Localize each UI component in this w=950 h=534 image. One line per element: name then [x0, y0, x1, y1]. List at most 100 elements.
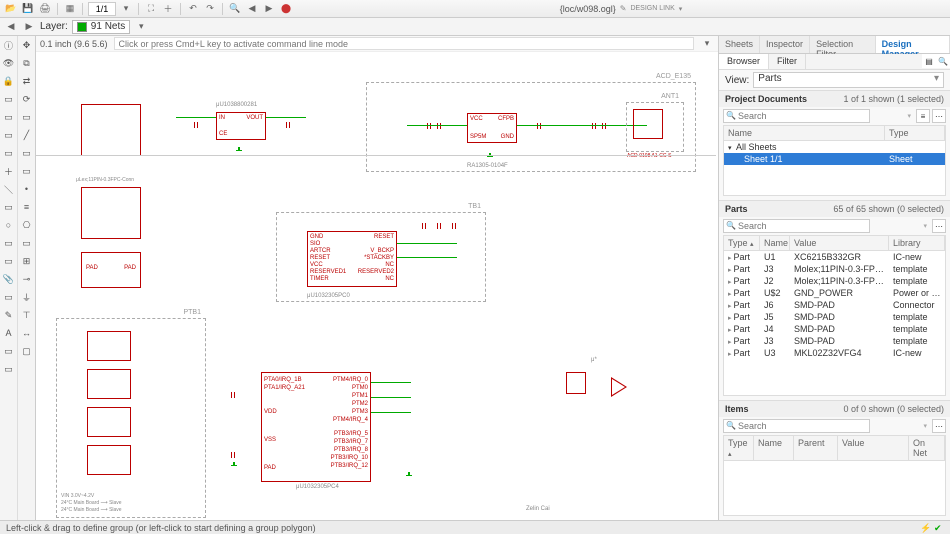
subtab-browser[interactable]: Browser — [719, 54, 769, 69]
pen-icon[interactable]: ✎ — [1, 307, 17, 323]
tab-sheets[interactable]: Sheets — [719, 36, 760, 53]
table-row[interactable]: ▸ PartU$2GND_POWERPower or GND — [724, 287, 945, 299]
tree-item[interactable]: Sheet 1/1 Sheet — [724, 153, 945, 165]
dimension-icon[interactable]: ↔ — [19, 325, 35, 341]
placeholder-icon[interactable]: ▭ — [1, 253, 17, 269]
layer-select[interactable]: 91 Nets — [72, 20, 130, 34]
table-row[interactable]: ▸ PartJ2Molex;11PIN-0.3-FPC-Conntemplate — [724, 275, 945, 287]
placeholder-icon[interactable]: ▭ — [19, 145, 35, 161]
lock-icon[interactable]: 🔒 — [1, 73, 17, 89]
move-icon[interactable]: ✥ — [19, 37, 35, 53]
page-dropdown-icon[interactable]: ▾ — [119, 2, 133, 16]
chevron-left-icon[interactable]: ◀ — [4, 20, 18, 34]
zoom-fit-icon[interactable]: ⛶ — [144, 2, 158, 16]
page-input[interactable] — [88, 2, 116, 16]
schematic-viewport[interactable]: ACD_E135 VCC CFPB SP5M GND RA1305-0104F — [36, 52, 718, 520]
col-parent[interactable]: Parent — [794, 436, 838, 460]
cmd-dropdown-icon[interactable]: ▾ — [700, 37, 714, 51]
table-row[interactable]: ▸ PartU1XC6215B332GRIC-new — [724, 251, 945, 263]
col-name[interactable]: Name — [724, 126, 885, 140]
undo-icon[interactable]: ↶ — [186, 2, 200, 16]
parts-table[interactable]: Type ▴ Name Value Library ▸ PartU1XC6215… — [723, 235, 946, 396]
tab-inspector[interactable]: Inspector — [760, 36, 810, 53]
chevron-down-icon[interactable]: ▾ — [923, 422, 927, 430]
table-row[interactable]: ▸ PartJ5SMD-PADtemplate — [724, 311, 945, 323]
subtab-filter[interactable]: Filter — [769, 54, 806, 69]
line-icon[interactable]: ＼ — [1, 181, 17, 197]
panel-search-icon[interactable]: 🔍 — [936, 54, 950, 68]
placeholder-icon[interactable]: ▭ — [1, 235, 17, 251]
panel-menu-icon[interactable]: ▤ — [922, 54, 936, 68]
chevron-down-icon[interactable]: ▾ — [923, 222, 927, 230]
placeholder-icon[interactable]: ▭ — [1, 289, 17, 305]
col-value[interactable]: Value — [838, 436, 909, 460]
more-icon[interactable]: ⋯ — [932, 219, 946, 233]
eye-icon[interactable]: 👁 — [1, 55, 17, 71]
junction-icon[interactable]: • — [19, 181, 35, 197]
col-type[interactable]: Type — [885, 126, 945, 140]
net-icon[interactable]: ╱ — [19, 127, 35, 143]
docs-search-input[interactable] — [723, 109, 870, 123]
rotate-icon[interactable]: ⟳ — [19, 91, 35, 107]
part-icon[interactable]: ⊞ — [19, 253, 35, 269]
table-row[interactable]: ▸ PartJ4SMD-PADtemplate — [724, 323, 945, 335]
placeholder-icon[interactable]: ▭ — [1, 361, 17, 377]
stop-icon[interactable]: ⬤ — [279, 2, 293, 16]
nav-right-icon[interactable]: ▶ — [262, 2, 276, 16]
sync-ok-icon[interactable]: ⚡ — [920, 523, 930, 533]
col-onnet[interactable]: On Net — [909, 436, 945, 460]
copy-icon[interactable]: ⧉ — [19, 55, 35, 71]
tree-root[interactable]: ▾All Sheets — [724, 141, 945, 153]
layer-dropdown-icon[interactable]: ▾ — [134, 20, 148, 34]
placeholder-icon[interactable]: ▭ — [1, 199, 17, 215]
check-icon[interactable]: ✔ — [934, 523, 944, 533]
list-view-icon[interactable]: ≡ — [916, 109, 930, 123]
placeholder-icon[interactable]: ▭ — [1, 91, 17, 107]
placeholder-icon[interactable]: ▭ — [1, 109, 17, 125]
col-name[interactable]: Name — [760, 236, 790, 250]
save-icon[interactable]: 💾 — [21, 2, 35, 16]
bus-icon[interactable]: ≡ — [19, 199, 35, 215]
open-icon[interactable]: 📂 — [4, 2, 18, 16]
docs-table[interactable]: Name Type ▾All Sheets Sheet 1/1 Sheet — [723, 125, 946, 196]
col-type[interactable]: Type ▴ — [724, 236, 760, 250]
view-select[interactable]: Parts ▾ — [753, 72, 944, 88]
items-table[interactable]: Type ▴ Name Parent Value On Net — [723, 435, 946, 516]
col-library[interactable]: Library — [889, 236, 945, 250]
attach-icon[interactable]: 📎 — [1, 271, 17, 287]
select-icon[interactable]: ▭ — [19, 109, 35, 125]
parts-search-input[interactable] — [723, 219, 870, 233]
mirror-icon[interactable]: ⇄ — [19, 73, 35, 89]
circle-icon[interactable]: ○ — [1, 217, 17, 233]
col-value[interactable]: Value — [790, 236, 889, 250]
placeholder-icon[interactable]: ▭ — [1, 145, 17, 161]
tab-selection-filter[interactable]: Selection Filter — [810, 36, 876, 53]
more-icon[interactable]: ⋯ — [932, 419, 946, 433]
table-row[interactable]: ▸ PartJ3SMD-PADtemplate — [724, 335, 945, 347]
chevron-down-icon[interactable]: ▾ — [907, 112, 911, 120]
col-name[interactable]: Name — [754, 436, 794, 460]
text-icon[interactable]: A — [1, 325, 17, 341]
table-row[interactable]: ▸ PartJ6SMD-PADConnector — [724, 299, 945, 311]
placeholder-icon[interactable]: ▭ — [19, 235, 35, 251]
tab-design-manager[interactable]: Design Manager — [876, 36, 950, 53]
grid-icon[interactable]: ▦ — [63, 2, 77, 16]
zoom-tool-icon[interactable]: 🔍 — [228, 2, 242, 16]
label-icon[interactable]: ⎔ — [19, 217, 35, 233]
table-row[interactable]: ▸ PartJ3Molex;11PIN-0.3-FPC-Conntemplate — [724, 263, 945, 275]
vcc-icon[interactable]: ⊤ — [19, 307, 35, 323]
items-search-input[interactable] — [723, 419, 870, 433]
print-icon[interactable]: 🖨 — [38, 2, 52, 16]
chevron-right-icon[interactable]: ▶ — [22, 20, 36, 34]
placeholder-icon[interactable]: ▭ — [19, 163, 35, 179]
redo-icon[interactable]: ↷ — [203, 2, 217, 16]
placeholder-icon[interactable]: ▭ — [1, 343, 17, 359]
more-icon[interactable]: ⋯ — [932, 109, 946, 123]
pin-icon[interactable]: ⊸ — [19, 271, 35, 287]
nav-left-icon[interactable]: ◀ — [245, 2, 259, 16]
col-type[interactable]: Type ▴ — [724, 436, 754, 460]
sheet-icon[interactable]: ▢ — [19, 343, 35, 359]
placeholder-icon[interactable]: ▭ — [1, 127, 17, 143]
info-icon[interactable]: ⓘ — [1, 37, 17, 53]
zoom-in-icon[interactable]: ＋ — [161, 2, 175, 16]
